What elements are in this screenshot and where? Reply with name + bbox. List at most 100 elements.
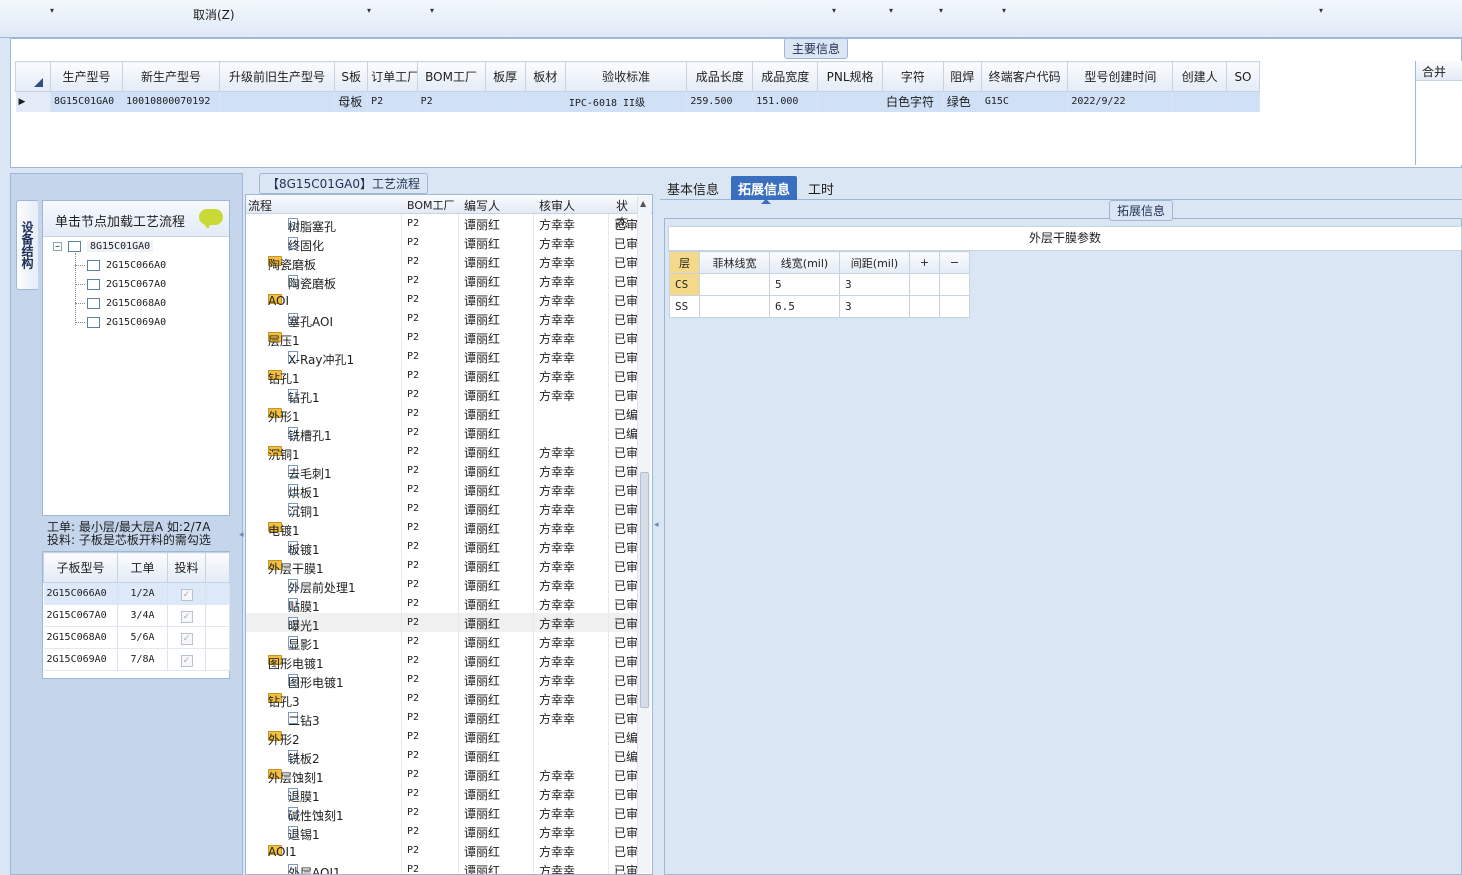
ext-column-header[interactable]: 线宽(mil) — [769, 251, 840, 274]
table-cell[interactable]: 2022/9/22 — [1067, 91, 1174, 112]
flow-row[interactable]: −外层蚀刻1P2谭丽红方幸幸已审 — [246, 765, 638, 785]
ext-column-header[interactable]: 层 — [669, 251, 700, 274]
col-reviewer[interactable]: 核审人 — [539, 197, 575, 214]
column-header[interactable]: BOM工厂 — [416, 61, 486, 92]
table-cell[interactable]: G15C — [981, 91, 1069, 112]
table-cell[interactable]: IPC-6018 II级 — [565, 91, 688, 112]
dropdown-arrow-icon[interactable]: ▾ — [832, 6, 836, 15]
line-width-cell[interactable]: 5 — [769, 273, 840, 296]
column-header[interactable]: 型号创建时间 — [1067, 61, 1174, 92]
tree-child-node[interactable]: 2G15C067A0 — [75, 279, 166, 290]
flow-row[interactable]: 终固化 P2 谭丽红 方幸幸 已审 — [246, 233, 638, 253]
flow-row[interactable]: −外层干膜1P2谭丽红方幸幸已审 — [246, 556, 638, 576]
table-row[interactable]: ▶ 8G15C01GA0 10010800070192 母板 P2 P2 IPC-6018 … — [15, 91, 1261, 112]
flow-row[interactable]: −外形2P2谭丽红已编 — [246, 727, 638, 747]
line-width-cell[interactable]: 6.5 — [769, 295, 840, 318]
collapse-icon[interactable]: − — [53, 242, 62, 251]
ext-column-header[interactable]: 间距(mil) — [839, 251, 910, 274]
sub-model-cell[interactable]: 2G15C068A0 — [43, 626, 118, 649]
tree-child-node[interactable]: 2G15C069A0 — [75, 317, 166, 328]
flow-row[interactable]: 退膜1 P2 谭丽红 方幸幸 已审 — [246, 784, 638, 804]
flow-row[interactable]: −外形1P2谭丽红已编 — [246, 404, 638, 424]
column-header[interactable]: 订单工厂 — [367, 61, 418, 92]
flow-row[interactable]: −层压1P2谭丽红方幸幸已审 — [246, 328, 638, 348]
flow-row[interactable]: 外层前处理1 P2 谭丽红 方幸幸 已审 — [246, 575, 638, 595]
checkbox[interactable] — [87, 298, 100, 309]
checkbox[interactable] — [87, 279, 100, 290]
column-header[interactable]: 生产型号 — [49, 61, 124, 92]
flow-row[interactable]: 烘板1 P2 谭丽红 方幸幸 已审 — [246, 480, 638, 500]
flow-row[interactable]: 塞孔AOI P2 谭丽红 方幸幸 已审 — [246, 309, 638, 329]
ext-column-header[interactable]: + — [909, 251, 940, 274]
column-header[interactable]: 升级前旧生产型号 — [218, 61, 336, 92]
col-writer[interactable]: 编写人 — [464, 197, 500, 214]
plus-cell[interactable] — [909, 295, 940, 318]
table-cell[interactable]: 8G15C01GA0 — [50, 91, 124, 112]
col-flow[interactable]: 流程 — [248, 197, 272, 214]
table-row[interactable]: 2G15C069A0 7/8A ✓ — [43, 648, 230, 671]
column-header[interactable]: S板 — [334, 61, 369, 92]
column-header[interactable]: 成品宽度 — [752, 61, 819, 92]
flow-row[interactable]: 陶瓷磨板 P2 谭丽红 方幸幸 已审 — [246, 271, 638, 291]
flow-row[interactable]: −电镀1P2谭丽红方幸幸已审 — [246, 518, 638, 538]
scroll-thumb[interactable] — [640, 472, 649, 708]
flow-row[interactable]: 沉铜1 P2 谭丽红 方幸幸 已审 — [246, 499, 638, 519]
tree-root-node[interactable]: −8G15C01GA0 — [53, 241, 154, 252]
film-width-cell[interactable] — [699, 295, 770, 318]
flow-row[interactable]: 铣槽孔1 P2 谭丽红 已编 — [246, 423, 638, 443]
flow-row[interactable]: −陶瓷磨板P2谭丽红方幸幸已审 — [246, 252, 638, 272]
sub-column-header[interactable]: 工单 — [117, 552, 168, 583]
dropdown-arrow-icon[interactable]: ▾ — [430, 6, 434, 15]
checkbox[interactable] — [87, 317, 100, 328]
flow-row[interactable]: 退锡1 P2 谭丽红 方幸幸 已审 — [246, 822, 638, 842]
column-header[interactable]: 终端客户代码 — [980, 61, 1069, 92]
table-row[interactable]: 2G15C068A0 5/6A ✓ — [43, 626, 230, 649]
film-width-cell[interactable] — [699, 273, 770, 296]
tree-child-node[interactable]: 2G15C068A0 — [75, 298, 166, 309]
dropdown-arrow-icon[interactable]: ▾ — [889, 6, 893, 15]
sub-model-cell[interactable]: 2G15C067A0 — [43, 604, 118, 627]
flow-row[interactable]: 曝光1 P2 谭丽红 方幸幸 已审 — [246, 613, 638, 633]
table-cell[interactable]: P2 — [367, 91, 418, 112]
feed-checkbox[interactable]: ✓ — [180, 655, 193, 667]
tree-child-node[interactable]: 2G15C066A0 — [75, 260, 166, 271]
table-cell[interactable]: 10010800070192 — [122, 91, 220, 112]
sub-model-cell[interactable]: 2G15C069A0 — [43, 648, 118, 671]
scroll-up-icon[interactable]: ▲ — [640, 199, 646, 208]
cancel-button[interactable]: 取消(Z) — [193, 6, 235, 23]
flow-row[interactable]: 树脂塞孔 P2 谭丽红 方幸幸 已审 — [246, 214, 638, 234]
sub-order-cell[interactable]: 3/4A — [117, 604, 168, 627]
spacing-cell[interactable]: 3 — [839, 295, 910, 318]
layer-cell[interactable]: SS — [669, 295, 700, 318]
table-cell[interactable]: 151.000 — [752, 91, 819, 112]
splitter-handle[interactable]: ◂ — [239, 530, 244, 610]
table-cell[interactable]: 母板 — [334, 91, 369, 112]
dropdown-arrow-icon[interactable]: ▾ — [939, 6, 943, 15]
flow-row[interactable]: −AOIP2谭丽红方幸幸已审 — [246, 290, 638, 309]
column-header[interactable]: 阻焊 — [942, 61, 982, 92]
checkbox[interactable] — [87, 260, 100, 271]
sub-order-cell[interactable]: 5/6A — [117, 626, 168, 649]
flow-row[interactable]: 去毛刺1 P2 谭丽红 方幸幸 已审 — [246, 461, 638, 481]
minus-cell[interactable] — [939, 295, 970, 318]
column-header[interactable]: 板材 — [524, 61, 566, 92]
flow-row[interactable]: 显影1 P2 谭丽红 方幸幸 已审 — [246, 632, 638, 652]
column-header[interactable]: 新生产型号 — [122, 61, 220, 92]
table-row[interactable]: 2G15C067A0 3/4A ✓ — [43, 604, 230, 627]
column-header[interactable]: 创建人 — [1172, 61, 1227, 92]
dropdown-arrow-icon[interactable]: ▾ — [367, 6, 371, 15]
dropdown-arrow-icon[interactable]: ▾ — [50, 6, 54, 15]
tab-extended-info[interactable]: 拓展信息 — [731, 176, 798, 200]
checkbox[interactable] — [68, 241, 81, 252]
ext-column-header[interactable]: 菲林线宽 — [699, 251, 770, 274]
flow-row[interactable]: 铣板2 P2 谭丽红 已编 — [246, 746, 638, 766]
feed-checkbox[interactable]: ✓ — [180, 589, 193, 601]
flow-scrollbar[interactable]: ▲ — [637, 196, 651, 873]
flow-row[interactable]: 钻孔1 P2 谭丽红 方幸幸 已审 — [246, 385, 638, 405]
row-indicator-icon[interactable]: ▶ — [15, 91, 51, 112]
feed-checkbox[interactable]: ✓ — [180, 611, 193, 623]
table-cell[interactable]: 259.500 — [686, 91, 754, 112]
plus-cell[interactable] — [909, 273, 940, 296]
flow-row[interactable]: −图形电镀1P2谭丽红方幸幸已审 — [246, 651, 638, 671]
flow-row[interactable]: 外层AOI1 P2 谭丽红 方幸幸 已审 — [246, 860, 638, 874]
